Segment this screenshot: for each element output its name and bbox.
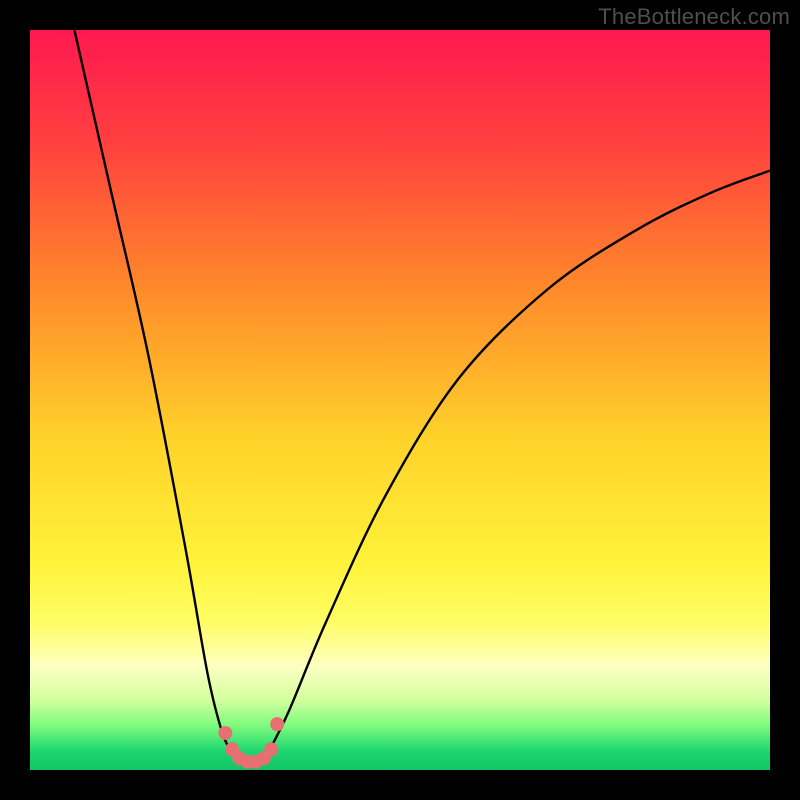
trough-marker [264,742,278,756]
chart-stage: TheBottleneck.com [0,0,800,800]
watermark-label: TheBottleneck.com [598,4,790,30]
plot-background [30,30,770,770]
trough-marker [218,726,232,740]
trough-marker [270,717,284,731]
bottleneck-chart [30,30,770,770]
